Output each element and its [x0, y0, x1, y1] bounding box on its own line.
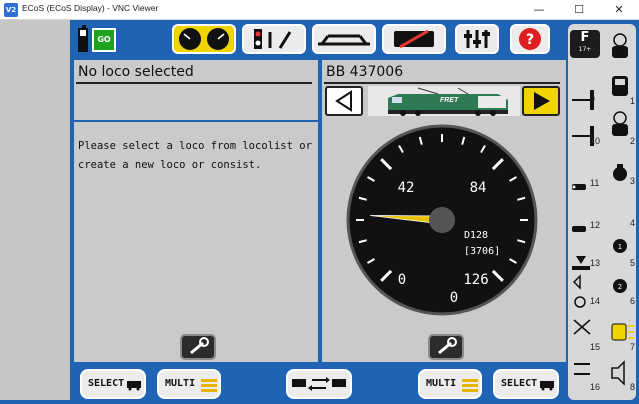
f15-pantograph-icon[interactable]: [573, 319, 591, 335]
swap-locos-button[interactable]: [286, 369, 352, 399]
f16-sanding-icon[interactable]: [574, 363, 590, 375]
go-button[interactable]: GO: [92, 28, 116, 52]
swap-locos-icon: [292, 377, 346, 391]
list-lines-icon: [201, 379, 217, 392]
left-panel-header: No loco selected: [78, 64, 194, 80]
decoder-type: D128: [464, 230, 488, 241]
select-loco-left-button[interactable]: SELECT: [80, 369, 146, 399]
previous-loco-button[interactable]: [325, 86, 363, 116]
top-toolbar: GO ?: [72, 20, 566, 60]
right-header-divider: [324, 82, 560, 84]
f11-whistle-icon[interactable]: [572, 184, 586, 190]
window-titlebar: V2 ECoS (ECoS Display) - VNC Viewer — ☐ …: [0, 0, 639, 20]
function-number-6: 6: [630, 296, 636, 306]
tab-switchboard[interactable]: [242, 24, 306, 54]
minimize-button[interactable]: —: [519, 0, 559, 20]
f14-shunting-icon[interactable]: [572, 274, 586, 308]
arrow-right-icon: [534, 92, 550, 110]
function-number-11: 11: [590, 178, 600, 188]
tab-settings[interactable]: [455, 24, 499, 54]
multi-left-label: MULTI: [165, 378, 196, 389]
left-side-panel: [0, 20, 72, 400]
gauge-label-126: 126: [463, 272, 488, 288]
select-left-label: SELECT: [88, 378, 125, 389]
sliders-icon: [464, 30, 490, 48]
function-number-10: 10: [590, 136, 601, 146]
gauge-label-42: 42: [398, 180, 415, 196]
f4-bell-icon[interactable]: [613, 164, 627, 181]
function-number-5: 5: [630, 258, 636, 268]
left-edit-button[interactable]: [180, 334, 216, 360]
gauge-label-84: 84: [470, 180, 487, 196]
multi-left-button[interactable]: MULTI: [157, 369, 221, 399]
right-edit-button[interactable]: [428, 334, 464, 360]
function-number-15: 15: [590, 342, 601, 352]
list-lines-icon: [462, 379, 478, 392]
f7-cab-light-icon[interactable]: [611, 323, 634, 341]
dual-gauge-icon: [179, 28, 229, 50]
function-number-7: 7: [630, 342, 636, 352]
tab-programming[interactable]: [382, 24, 446, 54]
function-number-14: 14: [590, 296, 601, 306]
wrench-icon: [190, 337, 209, 355]
tab-loco-control[interactable]: [172, 24, 236, 54]
f8-speaker-icon[interactable]: [611, 360, 625, 386]
f2-loco-front-icon[interactable]: [612, 76, 628, 96]
function-icons: 1 2: [572, 33, 634, 386]
help-icon: ?: [519, 28, 541, 50]
svg-text:?: ?: [526, 32, 534, 48]
track-icon: [318, 34, 370, 46]
f6-sound-2-icon[interactable]: 2: [613, 279, 627, 293]
f5-sound-1-icon[interactable]: 1: [613, 239, 627, 253]
window-title: ECoS (ECoS Display) - VNC Viewer: [22, 3, 159, 13]
select-loco-right-button[interactable]: SELECT: [493, 369, 559, 399]
left-panel-separator: [74, 120, 318, 122]
left-loco-panel: [74, 60, 318, 364]
signal-switch-icon: [254, 29, 292, 49]
function-number-8: 8: [630, 382, 636, 392]
loco-image: FRET: [368, 86, 520, 116]
f3-loco-rear-light-icon[interactable]: [612, 111, 628, 136]
arrow-left-icon: [335, 90, 352, 112]
select-right-label: SELECT: [501, 378, 538, 389]
function-number-2: 2: [630, 136, 636, 146]
svg-text:1: 1: [618, 243, 622, 251]
speed-gauge[interactable]: 0 42 84 126 0 D128 [3706]: [344, 122, 540, 318]
close-button[interactable]: ✕: [599, 0, 639, 20]
function-number-12: 12: [590, 220, 601, 230]
function-number-4: 4: [630, 218, 636, 228]
left-header-divider: [76, 82, 312, 84]
wrench-icon: [438, 337, 457, 355]
decoder-program-icon: [394, 29, 434, 49]
f1-loco-front-light-icon[interactable]: [612, 33, 628, 58]
loco-small-icon: [540, 381, 554, 391]
function-number-16: 16: [590, 382, 601, 392]
f12-whistle-2-icon[interactable]: [572, 226, 586, 232]
gauge-current-value: 0: [450, 290, 458, 306]
maximize-button[interactable]: ☐: [559, 0, 599, 20]
next-loco-button[interactable]: [522, 86, 560, 116]
gauge-label-0: 0: [398, 272, 406, 288]
function-number-9: 9: [590, 94, 596, 104]
loco-small-icon: [127, 381, 141, 391]
multi-right-label: MULTI: [426, 378, 457, 389]
gauge-hub: [429, 207, 455, 233]
help-button[interactable]: ?: [510, 24, 550, 54]
right-panel-header: BB 437006: [326, 64, 404, 80]
tab-track-layout[interactable]: [312, 24, 376, 54]
no-loco-message: Please select a loco from locolist or cr…: [78, 140, 312, 171]
loco-address: [3706]: [464, 246, 500, 257]
function-number-1: 1: [630, 96, 636, 106]
loco-livery-text: FRET: [440, 97, 459, 104]
function-number-13: 13: [590, 258, 601, 268]
f13-coupler-icon[interactable]: [572, 256, 590, 270]
vnc-app-icon: V2: [4, 3, 18, 17]
multi-right-button[interactable]: MULTI: [418, 369, 482, 399]
svg-text:2: 2: [618, 283, 622, 291]
function-number-3: 3: [630, 176, 636, 186]
battery-icon: [78, 25, 88, 52]
